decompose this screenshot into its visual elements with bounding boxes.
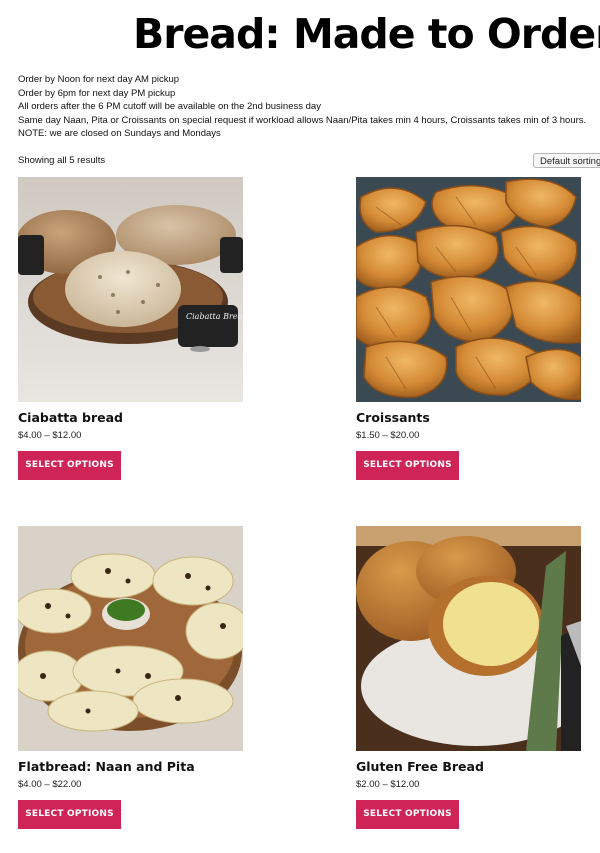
note-line: Order by Noon for next day AM pickup	[18, 74, 180, 85]
select-options-button[interactable]: SELECT OPTIONS	[356, 800, 459, 829]
product-name[interactable]: Croissants	[356, 410, 586, 425]
product-price: $2.00 – $12.00	[356, 779, 420, 790]
gluten-free-image	[356, 526, 581, 751]
ciabatta-image: Ciabatta Bread white Regular Olive	[18, 177, 243, 402]
note-line: Order by 6pm for next day PM pickup	[18, 87, 176, 99]
flatbread-photo[interactable]	[18, 526, 243, 751]
select-options-button[interactable]: SELECT OPTIONS	[18, 800, 121, 829]
flatbread-image	[18, 526, 243, 751]
product-name[interactable]: Ciabatta bread	[18, 410, 248, 425]
product-price: $4.00 – $12.00	[18, 430, 82, 441]
sort-select[interactable]: Default sorting	[533, 153, 600, 168]
note-line: Same day Naan, Pita or Croissants on spe…	[18, 114, 587, 126]
croissants-photo[interactable]	[356, 177, 581, 402]
note-line: All orders after the 6 PM cutoff will be…	[18, 101, 321, 112]
ciabatta-photo[interactable]: Ciabatta Bread white Regular Olive	[18, 177, 243, 402]
product-card-gluten-free: Gluten Free Bread $2.00 – $12.00 SELECT …	[356, 526, 586, 829]
select-options-button[interactable]: SELECT OPTIONS	[18, 451, 121, 480]
note-line: NOTE: we are closed on Sundays and Monda…	[18, 128, 221, 139]
product-card-flatbread: Flatbread: Naan and Pita $4.00 – $22.00 …	[18, 526, 248, 829]
tag-label: Ciabatta Bread white Regular Olive	[186, 312, 243, 321]
product-name[interactable]: Gluten Free Bread	[356, 759, 586, 774]
product-card-ciabatta: Ciabatta Bread white Regular Olive Ciaba…	[18, 177, 248, 480]
order-notes: Order by Noon for next day AM pickup Ord…	[18, 73, 586, 141]
product-price: $4.00 – $22.00	[18, 779, 82, 790]
product-price: $1.50 – $20.00	[356, 430, 420, 441]
select-options-button[interactable]: SELECT OPTIONS	[356, 451, 459, 480]
croissants-image	[356, 177, 581, 402]
product-card-croissants: Croissants $1.50 – $20.00 SELECT OPTIONS	[356, 177, 586, 480]
result-count: Showing all 5 results	[18, 155, 106, 166]
gluten-free-photo[interactable]	[356, 526, 581, 751]
product-name[interactable]: Flatbread: Naan and Pita	[18, 759, 248, 774]
page-title: Bread: Made to Order	[133, 10, 600, 58]
